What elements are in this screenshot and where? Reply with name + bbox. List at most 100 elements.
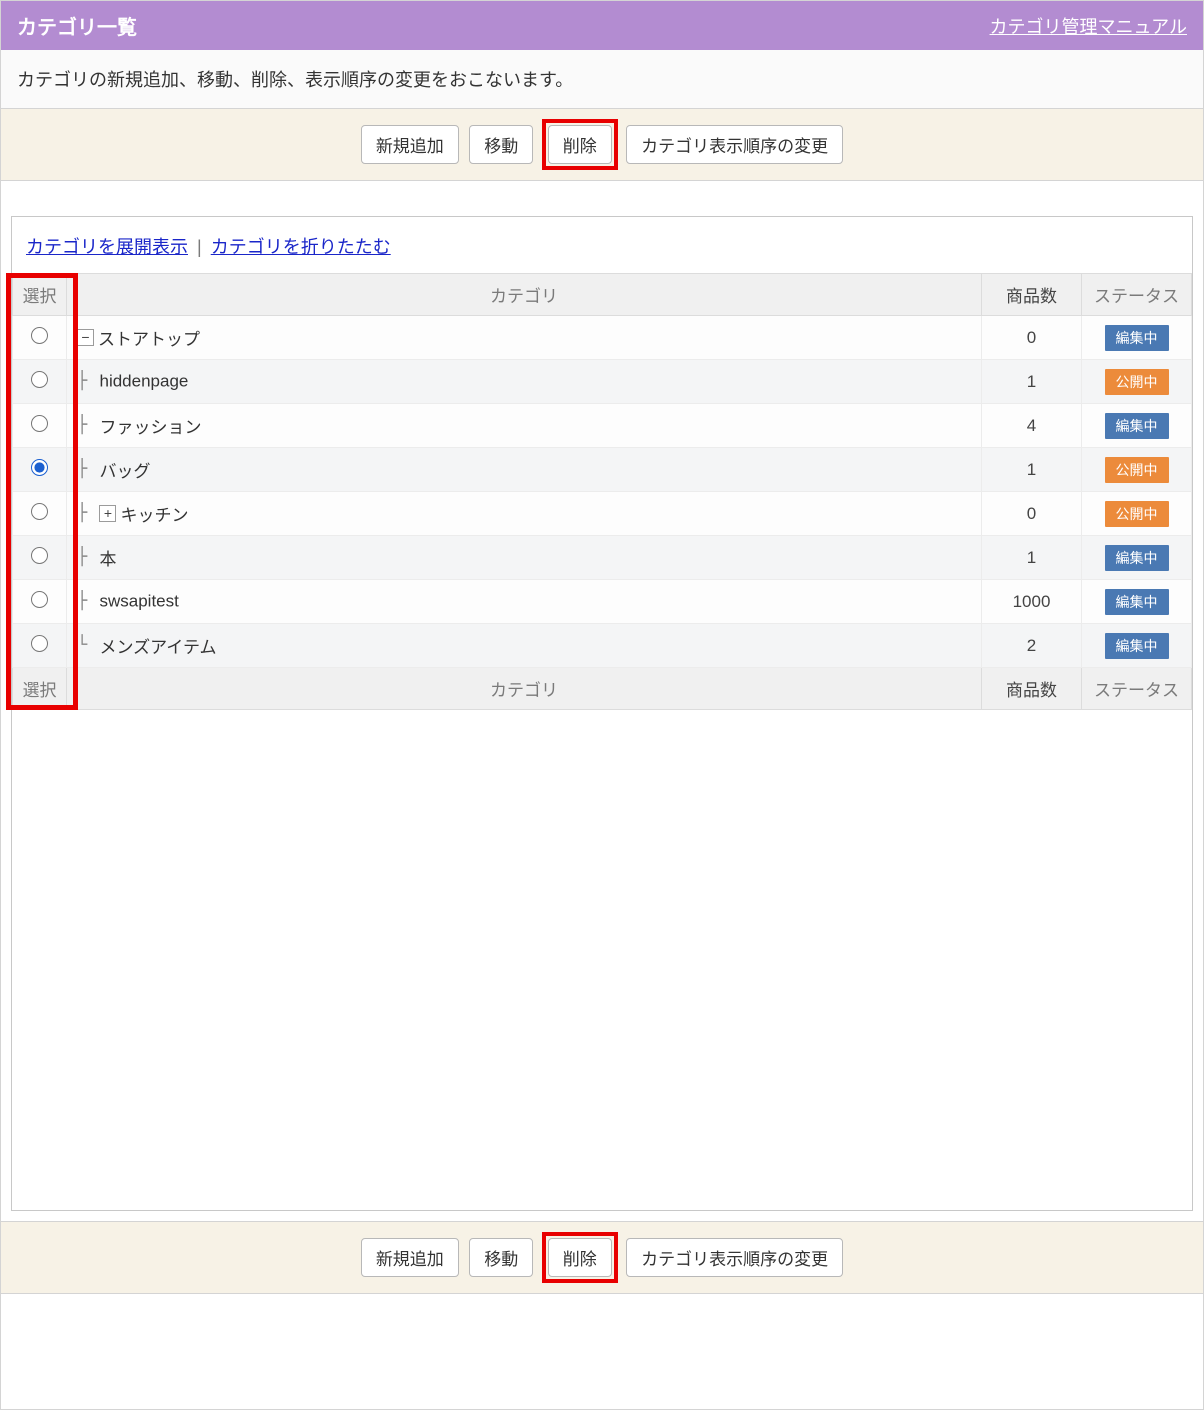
cell-select xyxy=(13,580,67,624)
tf-count: 商品数 xyxy=(982,668,1082,710)
cell-count: 2 xyxy=(982,624,1082,668)
collapse-icon[interactable]: − xyxy=(77,329,94,346)
delete-highlight-top: 削除 xyxy=(542,119,618,170)
header-bar: カテゴリ一覧 カテゴリ管理マニュアル xyxy=(1,1,1203,50)
cell-status: 編集中 xyxy=(1082,536,1192,580)
status-badge: 公開中 xyxy=(1105,501,1169,527)
select-radio[interactable] xyxy=(31,415,48,432)
tf-select: 選択 xyxy=(13,668,67,710)
th-count: 商品数 xyxy=(982,274,1082,316)
cell-category: −ストアトップ xyxy=(67,316,982,360)
category-name: 本 xyxy=(99,550,116,569)
tree-branch-icon: ├ xyxy=(77,503,97,523)
cell-select xyxy=(13,316,67,360)
reorder-button-bottom[interactable]: カテゴリ表示順序の変更 xyxy=(626,1238,843,1277)
select-radio[interactable] xyxy=(31,371,48,388)
toolbar-top: 新規追加 移動 削除 カテゴリ表示順序の変更 xyxy=(1,109,1203,181)
cell-category: ├ hiddenpage xyxy=(67,360,982,404)
cell-category: ├ +キッチン xyxy=(67,492,982,536)
cell-status: 編集中 xyxy=(1082,580,1192,624)
cell-category: ├ バッグ xyxy=(67,448,982,492)
toolbar-bottom: 新規追加 移動 削除 カテゴリ表示順序の変更 xyxy=(1,1221,1203,1294)
th-category: カテゴリ xyxy=(67,274,982,316)
tree-branch-icon: ├ xyxy=(77,547,97,567)
cell-category: ├ swsapitest xyxy=(67,580,982,624)
category-name: hiddenpage xyxy=(99,372,188,391)
tree-branch-icon: └ xyxy=(77,635,97,655)
reorder-button[interactable]: カテゴリ表示順序の変更 xyxy=(626,125,843,164)
category-name: swsapitest xyxy=(99,592,178,611)
table-row: ├ swsapitest1000編集中 xyxy=(13,580,1192,624)
cell-category: ├ ファッション xyxy=(67,404,982,448)
cell-status: 公開中 xyxy=(1082,492,1192,536)
table-row: ├ +キッチン0公開中 xyxy=(13,492,1192,536)
status-badge: 編集中 xyxy=(1105,633,1169,659)
cell-select xyxy=(13,448,67,492)
table-row: −ストアトップ0編集中 xyxy=(13,316,1192,360)
select-radio[interactable] xyxy=(31,459,48,476)
th-status: ステータス xyxy=(1082,274,1192,316)
cell-count: 4 xyxy=(982,404,1082,448)
status-badge: 編集中 xyxy=(1105,325,1169,351)
th-select: 選択 xyxy=(13,274,67,316)
add-button-bottom[interactable]: 新規追加 xyxy=(361,1238,459,1277)
table-row: └ メンズアイテム2編集中 xyxy=(13,624,1192,668)
delete-button[interactable]: 削除 xyxy=(548,125,612,164)
move-button[interactable]: 移動 xyxy=(469,125,533,164)
tree-branch-icon: ├ xyxy=(77,371,97,391)
cell-status: 公開中 xyxy=(1082,360,1192,404)
category-name: メンズアイテム xyxy=(99,638,216,657)
category-name: ストアトップ xyxy=(98,330,200,349)
delete-highlight-bottom: 削除 xyxy=(542,1232,618,1283)
cell-count: 1 xyxy=(982,360,1082,404)
table-row: ├ hiddenpage1公開中 xyxy=(13,360,1192,404)
delete-button-bottom[interactable]: 削除 xyxy=(548,1238,612,1277)
tree-branch-icon: ├ xyxy=(77,415,97,435)
cell-count: 1 xyxy=(982,536,1082,580)
cell-status: 編集中 xyxy=(1082,404,1192,448)
select-radio[interactable] xyxy=(31,547,48,564)
table-row: ├ ファッション4編集中 xyxy=(13,404,1192,448)
expand-collapse-links: カテゴリを展開表示 | カテゴリを折りたたむ xyxy=(12,217,1192,273)
link-divider: | xyxy=(197,237,202,257)
cell-select xyxy=(13,624,67,668)
select-radio[interactable] xyxy=(31,591,48,608)
cell-select xyxy=(13,536,67,580)
collapse-link[interactable]: カテゴリを折りたたむ xyxy=(211,237,391,257)
tree-branch-icon: ├ xyxy=(77,591,97,611)
content-panel: カテゴリを展開表示 | カテゴリを折りたたむ 選択 カテゴリ 商品数 ステータス… xyxy=(11,216,1193,1211)
cell-category: └ メンズアイテム xyxy=(67,624,982,668)
cell-count: 0 xyxy=(982,316,1082,360)
blank-area xyxy=(12,710,1192,1210)
status-badge: 編集中 xyxy=(1105,589,1169,615)
add-button[interactable]: 新規追加 xyxy=(361,125,459,164)
expand-icon[interactable]: + xyxy=(99,505,116,522)
cell-count: 1 xyxy=(982,448,1082,492)
category-name: キッチン xyxy=(120,506,188,525)
cell-count: 1000 xyxy=(982,580,1082,624)
category-table: 選択 カテゴリ 商品数 ステータス −ストアトップ0編集中├ hiddenpag… xyxy=(12,273,1192,710)
cell-status: 公開中 xyxy=(1082,448,1192,492)
move-button-bottom[interactable]: 移動 xyxy=(469,1238,533,1277)
status-badge: 編集中 xyxy=(1105,413,1169,439)
select-radio[interactable] xyxy=(31,327,48,344)
cell-count: 0 xyxy=(982,492,1082,536)
expand-link[interactable]: カテゴリを展開表示 xyxy=(26,237,188,257)
select-radio[interactable] xyxy=(31,503,48,520)
manual-link[interactable]: カテゴリ管理マニュアル xyxy=(990,13,1187,39)
category-name: ファッション xyxy=(99,418,201,437)
cell-select xyxy=(13,360,67,404)
cell-status: 編集中 xyxy=(1082,624,1192,668)
tf-category: カテゴリ xyxy=(67,668,982,710)
category-name: バッグ xyxy=(99,462,150,481)
table-row: ├ 本1編集中 xyxy=(13,536,1192,580)
table-row: ├ バッグ1公開中 xyxy=(13,448,1192,492)
select-radio[interactable] xyxy=(31,635,48,652)
page-description: カテゴリの新規追加、移動、削除、表示順序の変更をおこないます。 xyxy=(1,50,1203,109)
cell-category: ├ 本 xyxy=(67,536,982,580)
cell-status: 編集中 xyxy=(1082,316,1192,360)
cell-select xyxy=(13,492,67,536)
tree-branch-icon: ├ xyxy=(77,459,97,479)
category-table-wrapper: 選択 カテゴリ 商品数 ステータス −ストアトップ0編集中├ hiddenpag… xyxy=(12,273,1192,710)
cell-select xyxy=(13,404,67,448)
